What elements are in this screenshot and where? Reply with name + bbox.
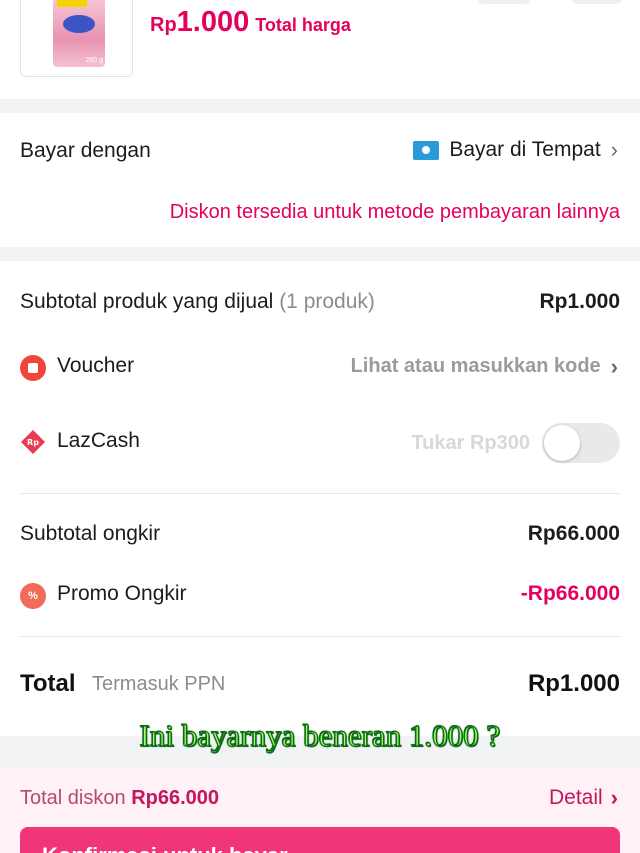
subtotal-amount: Rp1.000 bbox=[539, 290, 620, 313]
total-discount: Total diskon Rp66.000 bbox=[20, 787, 219, 810]
promo-amount: -Rp66.000 bbox=[520, 582, 620, 605]
checkout-footer: Total diskon Rp66.000 Detail › Konfirmas… bbox=[0, 768, 640, 853]
total-tax-note: Termasuk PPN bbox=[92, 673, 226, 695]
total-label: Total bbox=[20, 670, 76, 697]
shipping-amount: Rp66.000 bbox=[527, 522, 620, 545]
confirm-pay-button[interactable]: Konfirmasi untuk bayar bbox=[20, 827, 620, 853]
divider bbox=[20, 493, 620, 494]
voucher-icon bbox=[20, 355, 46, 381]
divider bbox=[20, 636, 620, 637]
price-label: Total harga bbox=[255, 15, 351, 35]
voucher-link-label: Lihat atau masukkan kode bbox=[350, 355, 601, 377]
chevron-right-icon: › bbox=[610, 353, 618, 379]
quantity-stepper-decrease[interactable] bbox=[478, 0, 530, 4]
lazcash-toggle[interactable] bbox=[542, 423, 620, 463]
product-image: 280 g bbox=[53, 0, 105, 67]
voucher-code-link[interactable]: Lihat atau masukkan kode › bbox=[351, 355, 618, 378]
detail-button[interactable]: Detail › bbox=[549, 786, 618, 810]
lazcash-redeem: Tukar Rp300 bbox=[411, 423, 620, 463]
subtotal-label: Subtotal produk yang dijual bbox=[20, 290, 274, 313]
detail-label: Detail bbox=[548, 786, 603, 809]
lazcash-label: LazCash bbox=[57, 429, 140, 452]
pack-weight: 280 g bbox=[85, 57, 103, 64]
total-discount-amount: Rp66.000 bbox=[131, 787, 220, 809]
payment-label: Bayar dengan bbox=[20, 139, 151, 162]
voucher-label: Voucher bbox=[57, 354, 135, 377]
product-thumbnail[interactable]: 280 g bbox=[20, 0, 133, 77]
subtotal-count: (1 produk) bbox=[279, 290, 375, 313]
payment-method-value: Bayar di Tempat bbox=[449, 138, 601, 161]
chevron-right-icon: › bbox=[610, 785, 618, 810]
quantity-stepper-increase[interactable] bbox=[572, 0, 622, 4]
product-card: 280 g Rp 1.000 Total harga bbox=[0, 0, 640, 99]
price-currency: Rp bbox=[150, 14, 177, 36]
overlay-caption: Ini bayarnya beneran 1.000 ? bbox=[139, 717, 501, 753]
payment-card: Bayar dengan Bayar di Tempat › Diskon te… bbox=[0, 113, 640, 247]
percent-icon: % bbox=[20, 583, 46, 609]
total-amount: Rp1.000 bbox=[527, 670, 620, 697]
total-discount-label: Total diskon bbox=[20, 787, 126, 809]
product-price: Rp 1.000 Total harga bbox=[150, 6, 351, 39]
payment-discount-note[interactable]: Diskon tersedia untuk metode pembayaran … bbox=[170, 201, 620, 224]
lazcash-toggle-label: Tukar Rp300 bbox=[411, 431, 530, 454]
subtotal-row: Subtotal produk yang dijual (1 produk) bbox=[20, 290, 375, 314]
order-summary: Subtotal produk yang dijual (1 produk) R… bbox=[0, 261, 640, 736]
payment-method-selector[interactable]: Bayar di Tempat › bbox=[413, 138, 618, 162]
toggle-knob bbox=[544, 425, 580, 461]
cash-icon bbox=[413, 140, 440, 160]
chevron-right-icon: › bbox=[610, 137, 618, 162]
price-value: 1.000 bbox=[176, 6, 250, 38]
lazcash-coin-icon: Rp bbox=[20, 429, 46, 455]
svg-text:Rp: Rp bbox=[27, 438, 39, 447]
shipping-label: Subtotal ongkir bbox=[20, 522, 161, 545]
promo-label: Promo Ongkir bbox=[57, 582, 187, 605]
